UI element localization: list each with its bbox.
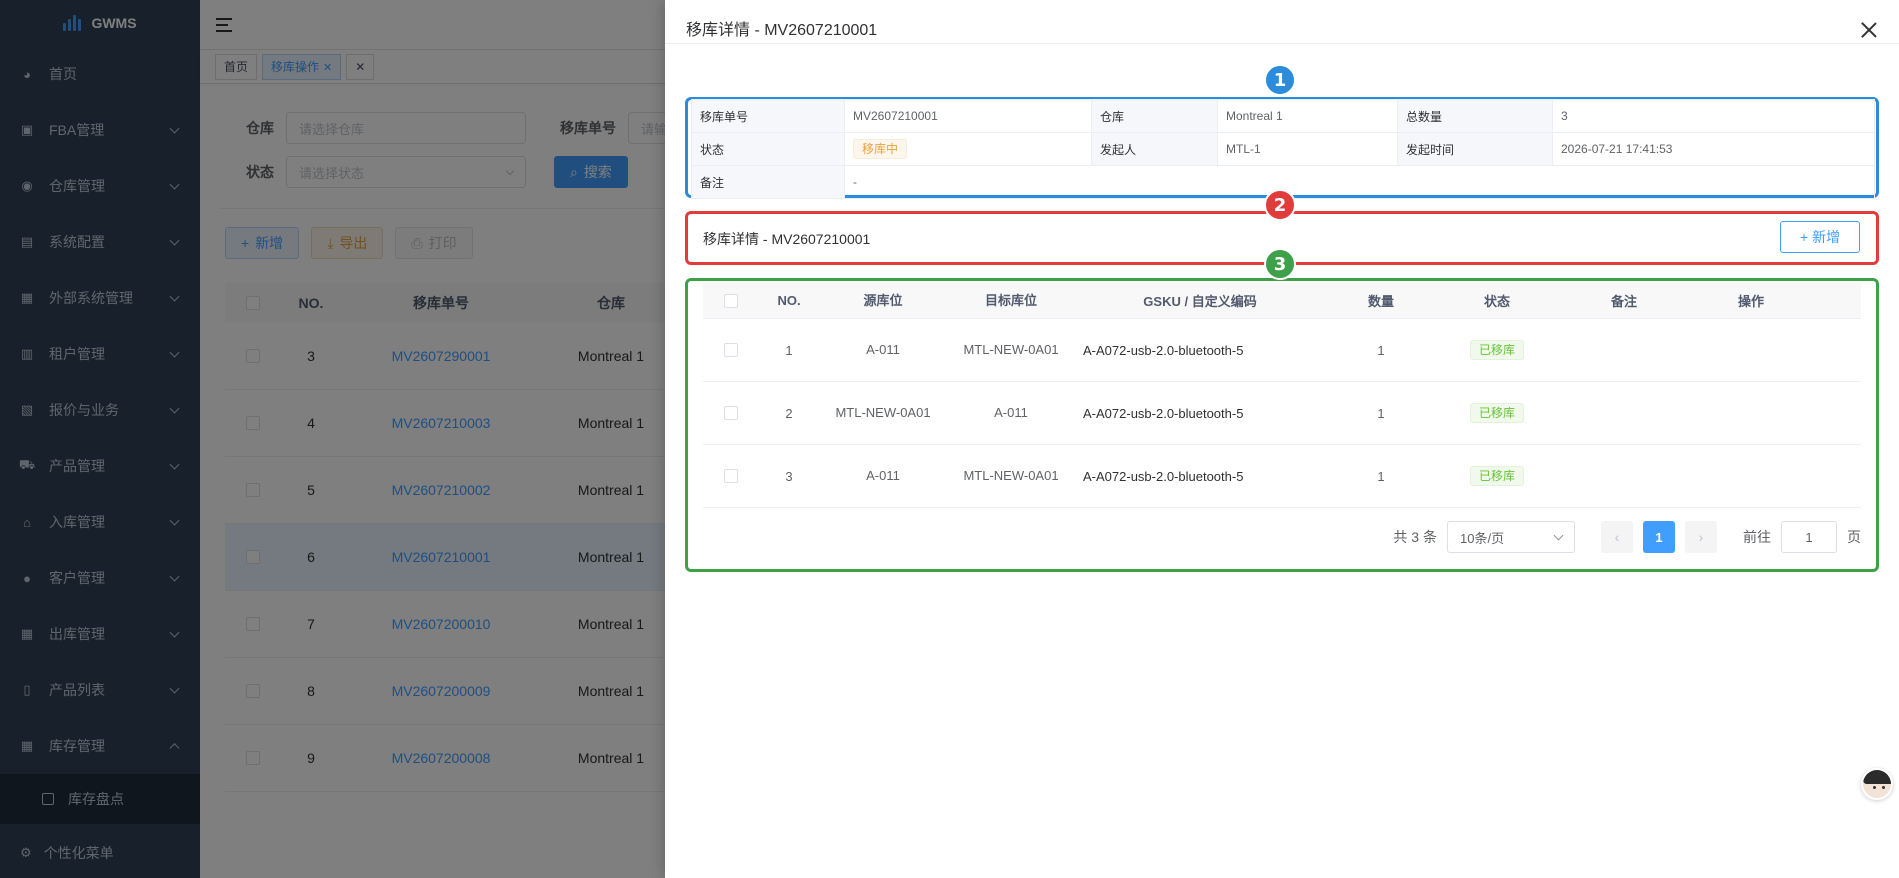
remark-label: 备注 [691,165,845,199]
status-cell: 已移库 [1437,340,1557,360]
initiator-label: 发起人 [1091,132,1218,166]
select-all-checkbox[interactable] [703,293,759,308]
status-badge: 已移库 [1469,340,1524,360]
column-header: NO. [777,293,801,308]
row-checkbox[interactable] [703,406,759,420]
column-header: 操作 [1737,294,1764,309]
drawer-title: 移库详情 - MV2607210001 [686,21,878,39]
page-size-select[interactable]: 10条/页 [1447,521,1575,553]
target-location: MTL-NEW-0A01 [963,342,1059,357]
table-body: 1 A-011 MTL-NEW-0A01 A-A072-usb-2.0-bluetoo… [703,319,1861,508]
page-size-value: 10条/页 [1460,530,1505,546]
plus-icon: + [1799,229,1809,245]
assistant-avatar[interactable] [1861,768,1893,800]
gsku-cell: A-A072-usb-2.0-bluetooth-5 [1083,468,1244,484]
target-location: A-011 [994,405,1028,420]
add-item-button[interactable]: + 新增 [1780,221,1860,253]
goto-label: 前往 [1743,529,1771,545]
drawer-header: 移库详情 - MV2607210001 [665,0,1899,44]
table-row: 3 A-011 MTL-NEW-0A01 A-A072-usb-2.0-bluetoo… [703,445,1861,508]
status-cell: 已移库 [1437,466,1557,486]
marker-1: 1 [1264,64,1296,96]
quantity-cell: 1 [1377,405,1385,421]
total-qty-label: 总数量 [1397,99,1553,133]
column-header: 备注 [1610,294,1637,309]
order-no-label: 移库单号 [691,99,845,133]
status-cell: 移库中 [844,132,1092,166]
total-count: 共 3 条 [1393,529,1437,545]
order-info-table: 移库单号 MV2607210001 仓库 Montreal 1 总数量 3 状态… [691,99,1875,199]
time-value: 2026-07-21 17:41:53 [1552,132,1875,166]
column-header: GSKU / 自定义编码 [1143,294,1257,309]
row-checkbox[interactable] [703,343,759,357]
row-checkbox[interactable] [703,469,759,483]
move-items-table: NO. 源库位 目标库位 GSKU / 自定义编码 数量 状态 备注 操作 1 A… [703,283,1861,508]
status-badge: 移库中 [853,139,908,159]
order-no-value: MV2607210001 [844,99,1092,133]
source-location: A-011 [866,342,900,357]
status-label: 状态 [691,132,845,166]
prev-page-button[interactable]: ‹ [1601,521,1633,553]
column-header: 目标库位 [984,292,1037,308]
column-header: 源库位 [863,292,903,308]
detail-drawer: 移库详情 - MV2607210001 移库单号 MV2607210001 仓库… [665,0,1899,878]
source-location: A-011 [866,468,900,483]
status-badge: 已移库 [1469,466,1524,486]
row-no: 2 [785,405,793,421]
table-row: 2 MTL-NEW-0A01 A-011 A-A072-usb-2.0-bluetoo… [703,382,1861,445]
row-no: 3 [785,468,793,484]
marker-2: 2 [1264,189,1296,221]
section-title: 移库详情 - MV2607210001 [703,231,871,247]
target-location: MTL-NEW-0A01 [963,468,1059,483]
quantity-cell: 1 [1377,468,1385,484]
chevron-down-icon [1553,530,1564,541]
button-label: 新增 [1812,229,1841,245]
status-cell: 已移库 [1437,403,1557,423]
initiator-value: MTL-1 [1217,132,1398,166]
close-icon[interactable] [1861,22,1877,38]
column-header: 数量 [1367,294,1394,309]
time-label: 发起时间 [1397,132,1553,166]
page-number-current[interactable]: 1 [1643,521,1675,553]
gsku-cell: A-A072-usb-2.0-bluetooth-5 [1083,342,1244,358]
column-header: 状态 [1483,294,1510,309]
total-qty-value: 3 [1552,99,1875,133]
quantity-cell: 1 [1377,342,1385,358]
warehouse-label: 仓库 [1091,99,1218,133]
row-no: 1 [785,342,793,358]
source-location: MTL-NEW-0A01 [835,405,931,420]
marker-3: 3 [1264,248,1296,280]
goto-page-input[interactable]: 1 [1781,521,1837,553]
page-unit: 页 [1847,529,1861,545]
gsku-cell: A-A072-usb-2.0-bluetooth-5 [1083,405,1244,421]
next-page-button[interactable]: › [1685,521,1717,553]
pagination: 共 3 条 10条/页 ‹ 1 › 前往 1 页 [1393,521,1861,553]
status-badge: 已移库 [1469,403,1524,423]
warehouse-value: Montreal 1 [1217,99,1398,133]
remark-value: - [844,165,1875,199]
table-row: 1 A-011 MTL-NEW-0A01 A-A072-usb-2.0-bluetoo… [703,319,1861,382]
table-header: NO. 源库位 目标库位 GSKU / 自定义编码 数量 状态 备注 操作 [703,283,1861,319]
